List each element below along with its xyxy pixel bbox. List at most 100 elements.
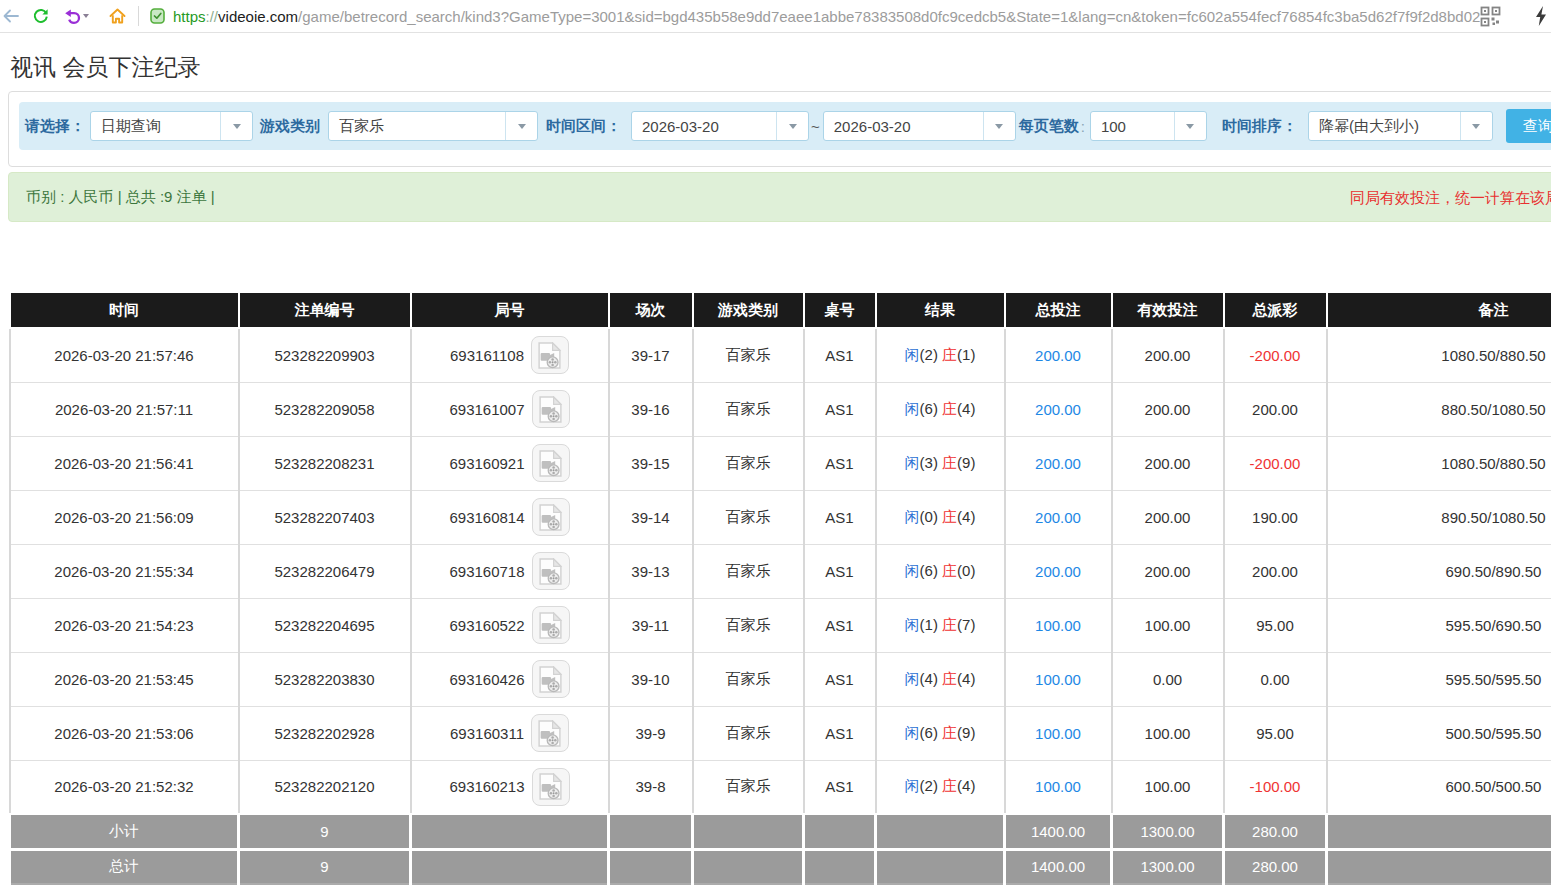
cell-round: 693160921 <box>411 436 609 490</box>
cell-time: 2026-03-20 21:53:45 <box>10 652 239 706</box>
cell-table-no: AS1 <box>804 490 876 544</box>
subtotal-empty-cell <box>411 814 609 849</box>
video-replay-button[interactable] <box>532 390 570 428</box>
cell-payout: 95.00 <box>1224 706 1327 760</box>
cell-session: 39-13 <box>609 544 693 598</box>
filter-panel: 请选择： 日期查询 游戏类别 百家乐 时间区间： 2026-03-20 ~ 20… <box>8 91 1551 167</box>
result-banker: 庄 <box>942 346 957 363</box>
chevron-down-icon <box>1174 112 1206 140</box>
col-header-time: 时间 <box>10 292 239 328</box>
cell-total-bet: 100.00 <box>1005 652 1112 706</box>
sort-select[interactable]: 降幂(由大到小) <box>1308 111 1493 141</box>
video-replay-button[interactable] <box>532 606 570 644</box>
table-row: 2026-03-20 21:53:06 523282202928 6931603… <box>10 706 1551 760</box>
video-replay-button[interactable] <box>532 498 570 536</box>
date-to-select[interactable]: 2026-03-20 <box>823 111 1016 141</box>
chevron-down-icon <box>776 112 808 140</box>
subtotal-label: 小计 <box>10 814 239 849</box>
total-bet-link[interactable]: 200.00 <box>1035 563 1081 580</box>
result-player: 闲 <box>905 508 920 525</box>
game-type-select[interactable]: 百家乐 <box>328 111 538 141</box>
video-replay-button[interactable] <box>532 552 570 590</box>
table-row: 2026-03-20 21:57:46 523282209903 6931611… <box>10 328 1551 382</box>
cell-remark: 1080.50/880.50 <box>1327 328 1551 382</box>
chevron-down-icon <box>983 112 1015 140</box>
total-empty-cell <box>411 849 609 884</box>
cell-bet-id: 523282208231 <box>239 436 411 490</box>
cell-table-no: AS1 <box>804 436 876 490</box>
home-button[interactable] <box>109 0 126 32</box>
total-bet-link[interactable]: 100.00 <box>1035 617 1081 634</box>
total-empty-cell <box>876 849 1005 884</box>
cell-valid-bet: 200.00 <box>1112 436 1224 490</box>
sort-label: 时间排序： <box>1222 117 1297 136</box>
cell-payout: 200.00 <box>1224 382 1327 436</box>
result-player: 闲 <box>905 777 920 794</box>
search-button[interactable]: 查询 <box>1506 109 1551 143</box>
total-bet-link[interactable]: 200.00 <box>1035 455 1081 472</box>
cell-time: 2026-03-20 21:57:11 <box>10 382 239 436</box>
cell-bet-id: 523282202120 <box>239 760 411 814</box>
total-empty-cell <box>804 849 876 884</box>
result-player: 闲 <box>905 400 920 417</box>
total-bet-link[interactable]: 100.00 <box>1035 778 1081 795</box>
table-row: 2026-03-20 21:54:23 523282204695 6931605… <box>10 598 1551 652</box>
cell-time: 2026-03-20 21:52:32 <box>10 760 239 814</box>
url-bar[interactable]: https://videoie.com/game/betrecord_searc… <box>173 0 1480 32</box>
total-bet-link[interactable]: 100.00 <box>1035 725 1081 742</box>
refresh-button[interactable] <box>33 0 49 32</box>
cell-valid-bet: 100.00 <box>1112 706 1224 760</box>
date-from-select[interactable]: 2026-03-20 <box>631 111 809 141</box>
table-row: 2026-03-20 21:55:34 523282206479 6931607… <box>10 544 1551 598</box>
back-button[interactable] <box>3 0 19 32</box>
cell-session: 39-8 <box>609 760 693 814</box>
cell-table-no: AS1 <box>804 328 876 382</box>
video-replay-button[interactable] <box>531 714 569 752</box>
result-player: 闲 <box>905 346 920 363</box>
date-range-label: 时间区间： <box>546 117 621 136</box>
result-score: (4) <box>920 670 938 687</box>
filter-bar: 请选择： 日期查询 游戏类别 百家乐 时间区间： 2026-03-20 ~ 20… <box>19 102 1551 150</box>
cell-bet-id: 523282204695 <box>239 598 411 652</box>
cell-round: 693161108 <box>411 328 609 382</box>
cell-table-no: AS1 <box>804 382 876 436</box>
cell-total-bet: 200.00 <box>1005 490 1112 544</box>
cell-result: 闲(6) 庄(4) <box>876 382 1005 436</box>
round-number: 693160213 <box>449 778 524 795</box>
result-score: (2) <box>920 346 938 363</box>
subtotal-total-bet: 1400.00 <box>1005 814 1112 849</box>
total-bet-link[interactable]: 200.00 <box>1035 401 1081 418</box>
query-type-select[interactable]: 日期查询 <box>90 111 253 141</box>
page-size-select[interactable]: 100 <box>1090 111 1207 141</box>
cell-valid-bet: 200.00 <box>1112 490 1224 544</box>
video-replay-button[interactable] <box>531 336 569 374</box>
total-total-bet: 1400.00 <box>1005 849 1112 884</box>
cell-payout: 190.00 <box>1224 490 1327 544</box>
result-banker: 庄 <box>942 400 957 417</box>
qr-code-icon[interactable] <box>1480 0 1501 32</box>
undo-dropdown-caret[interactable] <box>83 0 89 32</box>
total-empty-cell <box>609 849 693 884</box>
cell-remark: 600.50/500.50 <box>1327 760 1551 814</box>
video-replay-button[interactable] <box>532 660 570 698</box>
browser-toolbar: https://videoie.com/game/betrecord_searc… <box>0 0 1551 33</box>
cell-result: 闲(2) 庄(1) <box>876 328 1005 382</box>
video-replay-button[interactable] <box>532 444 570 482</box>
cell-session: 39-14 <box>609 490 693 544</box>
cell-result: 闲(2) 庄(4) <box>876 760 1005 814</box>
result-score: (6) <box>920 400 938 417</box>
total-bet-link[interactable]: 200.00 <box>1035 509 1081 526</box>
cell-payout: 95.00 <box>1224 598 1327 652</box>
undo-button[interactable] <box>64 0 81 32</box>
cell-session: 39-10 <box>609 652 693 706</box>
cell-game-type: 百家乐 <box>693 382 804 436</box>
cell-total-bet: 100.00 <box>1005 706 1112 760</box>
total-bet-link[interactable]: 200.00 <box>1035 347 1081 364</box>
video-replay-button[interactable] <box>532 768 570 806</box>
security-shield-icon[interactable] <box>150 0 165 32</box>
total-bet-link[interactable]: 100.00 <box>1035 671 1081 688</box>
cell-session: 39-15 <box>609 436 693 490</box>
lightning-icon[interactable] <box>1534 0 1548 32</box>
cell-total-bet: 100.00 <box>1005 598 1112 652</box>
cell-game-type: 百家乐 <box>693 652 804 706</box>
